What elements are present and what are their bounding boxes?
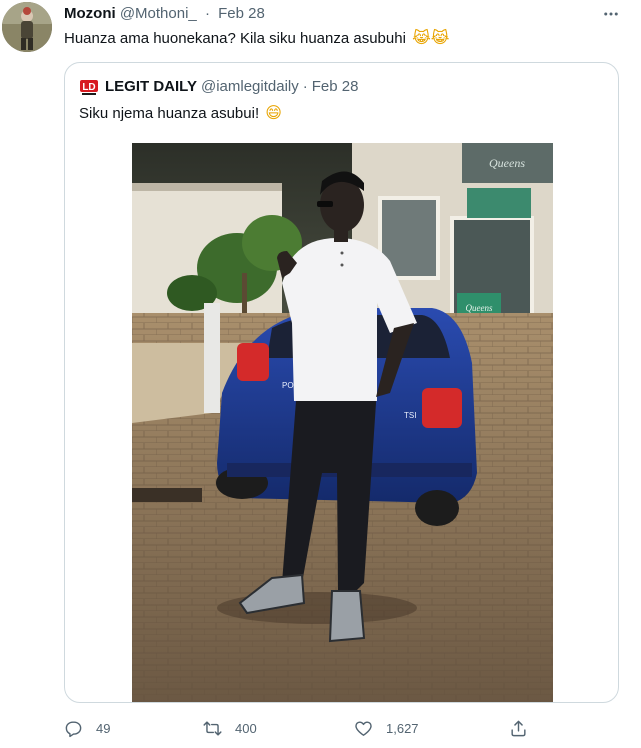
tweet-header: Mozoni @Mothoni_ · Feb 28 [64,4,265,24]
author-display-name[interactable]: Mozoni [64,5,116,22]
like-button[interactable]: 1,627 [354,716,419,740]
more-options-button[interactable] [599,2,623,26]
avatar-image [2,2,52,52]
retweet-icon [203,720,222,736]
quoted-tweet-card[interactable]: LD LEGIT DAILY @iamlegitdaily · Feb 28 S… [64,62,619,703]
tweet-text-content: Huanza ama huonekana? Kila siku huanza a… [64,30,406,47]
quoted-handle[interactable]: @iamlegitdaily [201,77,299,97]
photo-man-with-car: Queens Queens POLO TSI [132,143,553,702]
more-horizontal-icon [604,12,618,16]
quoted-tweet-image[interactable]: Queens Queens POLO TSI [132,143,553,702]
author-avatar[interactable] [2,2,52,52]
car-badge-tsi: TSI [404,411,416,420]
header-separator: · [204,5,210,22]
like-count: 1,627 [386,720,419,736]
logo-text: LD [82,82,95,93]
quoted-date[interactable]: Feb 28 [312,77,359,97]
retweet-count: 400 [235,720,257,736]
quoted-text-content: Siku njema huanza asubui! [79,105,260,122]
legit-daily-logo-icon: LD [80,80,98,95]
quoted-author-avatar: LD [79,77,99,97]
reply-count: 49 [96,720,111,736]
tweet-text: Huanza ama huonekana? Kila siku huanza a… [64,28,449,49]
quoted-tweet-text: Siku njema huanza asubui! 😄 [79,103,282,124]
tweet-actions: 49 400 1,627 [64,716,544,740]
reply-button[interactable]: 49 [64,716,110,740]
store-sign-door: Queens [466,303,493,313]
quoted-separator: · [302,78,308,95]
quoted-tweet-header: LD LEGIT DAILY @iamlegitdaily · Feb 28 [79,77,358,97]
store-sign-top: Queens [489,156,525,170]
quoted-display-name[interactable]: LEGIT DAILY [105,77,197,97]
author-handle[interactable]: @Mothoni_ [120,5,197,22]
tweet-date[interactable]: Feb 28 [218,5,265,22]
retweet-button[interactable]: 400 [203,716,257,740]
share-button[interactable] [509,716,541,740]
heart-icon [355,720,372,736]
grinning-emoji: 😄 [265,103,282,122]
laughing-cat-emoji: 😹😹 [412,28,450,47]
share-icon [511,720,526,736]
reply-icon [65,720,82,737]
